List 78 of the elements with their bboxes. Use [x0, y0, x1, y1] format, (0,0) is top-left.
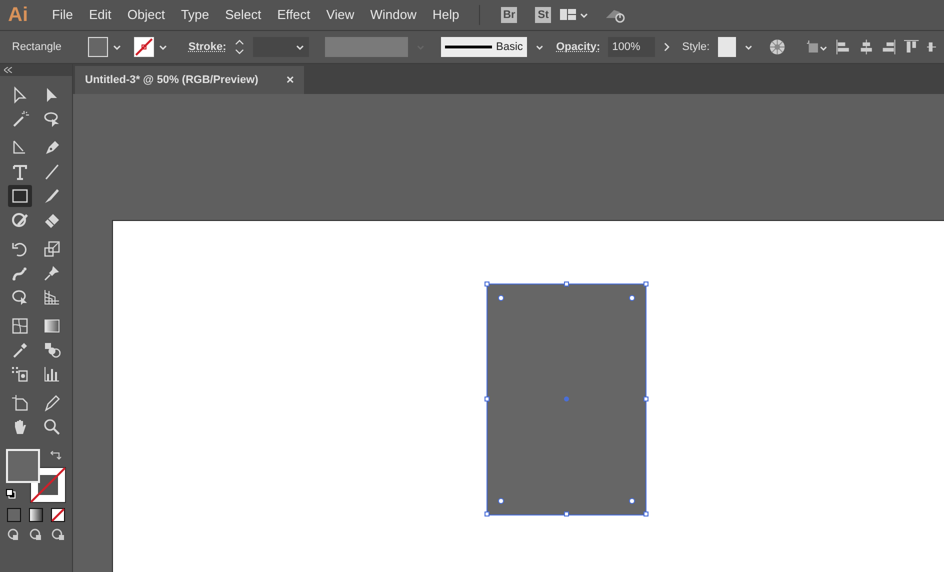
stroke-label: Stroke: [188, 40, 226, 55]
transform-icon[interactable] [806, 39, 828, 55]
chevron-icon [158, 42, 168, 52]
shaper-icon [11, 211, 29, 229]
collapse-icon[interactable] [4, 67, 12, 73]
chevron-right-icon[interactable] [662, 42, 670, 52]
gradient-mode-icon[interactable] [29, 508, 43, 522]
document-title: Untitled-3* @ 50% (RGB/Preview) [85, 72, 258, 88]
close-button[interactable]: × [286, 70, 294, 90]
align-left-icon[interactable] [836, 39, 851, 55]
workspace-layout-icon[interactable] [560, 9, 588, 21]
eraser-icon [43, 211, 61, 229]
graphic-style-swatch[interactable] [718, 37, 736, 57]
menu-item[interactable]: Help [424, 5, 468, 25]
menu-item[interactable]: Object [119, 5, 173, 25]
brush-stroke-icon [444, 45, 492, 49]
type-icon [11, 163, 29, 181]
mesh-icon [11, 317, 29, 335]
paintbrush-icon [43, 187, 61, 205]
none-mode-icon[interactable] [51, 508, 65, 522]
opacity-field[interactable]: 100% [608, 37, 655, 57]
menu-item[interactable]: Window [362, 5, 424, 25]
line-segment-icon [43, 163, 61, 181]
pen-icon [43, 139, 61, 157]
magic-wand-icon [11, 110, 29, 128]
chevron-icon[interactable] [744, 42, 754, 52]
fill-swatch-dropdown[interactable] [88, 37, 122, 57]
menu-item[interactable]: Edit [80, 5, 120, 25]
align-center-icon[interactable] [858, 39, 874, 55]
variable-width-field[interactable] [324, 37, 408, 57]
brush-definition-dropdown[interactable]: Basic [440, 37, 527, 57]
zoom-icon [43, 418, 61, 436]
align-right-icon[interactable] [881, 39, 896, 55]
tool-name: Rectangle [11, 40, 63, 55]
swap-icon[interactable] [50, 451, 62, 461]
color-mode-icon[interactable] [7, 508, 21, 522]
pushpin-icon [43, 264, 61, 282]
app-button[interactable]: St [535, 7, 552, 23]
artboard-icon [11, 394, 29, 412]
rectangle-icon [11, 187, 29, 205]
scale-icon [43, 240, 61, 258]
stroke-swatch-dropdown[interactable] [134, 37, 168, 57]
fill-swatch[interactable] [6, 449, 40, 483]
tool-button[interactable] [8, 185, 32, 207]
menu-item[interactable]: View [318, 5, 362, 25]
app-button[interactable]: Br [501, 7, 518, 23]
perspective-grid-icon [43, 288, 61, 306]
column-graph-icon [43, 365, 61, 383]
draw-inside-icon[interactable] [51, 528, 65, 542]
draw-behind-icon[interactable] [29, 528, 43, 542]
chevron-icon [112, 42, 122, 52]
rotate-icon [11, 240, 29, 258]
chevron-icon [534, 42, 544, 52]
style-label: Style: [682, 40, 710, 55]
opacity-label: Opacity: [556, 40, 600, 55]
blend-icon [43, 341, 61, 359]
shape-builder-icon [11, 288, 29, 306]
draw-normal-icon[interactable] [7, 528, 21, 542]
align-top-icon[interactable] [904, 39, 919, 55]
document-tab[interactable]: Untitled-3* @ 50% (RGB/Preview) × [75, 66, 304, 94]
symbol-sprayer-icon [11, 365, 29, 383]
default-colors-icon[interactable] [6, 489, 16, 499]
chevron-icon [294, 42, 305, 52]
selected-rectangle[interactable] [484, 281, 650, 518]
brush-name: Basic [496, 40, 523, 55]
slice-icon [43, 394, 61, 412]
gradient-icon [43, 317, 61, 335]
recolor-wheel-icon[interactable] [769, 38, 786, 56]
no-stroke-swatch-icon [134, 37, 154, 57]
menu-item[interactable]: Select [217, 5, 270, 25]
stroke-weight-field[interactable] [253, 37, 309, 57]
app-logo: Ai [7, 3, 29, 28]
menu-item[interactable]: Effect [269, 5, 318, 25]
menu-item[interactable]: Type [172, 5, 218, 25]
stepper-icon[interactable] [234, 38, 246, 56]
eyedropper-icon [11, 341, 29, 359]
lasso-icon [43, 110, 61, 128]
menu-item[interactable]: File [44, 5, 81, 25]
